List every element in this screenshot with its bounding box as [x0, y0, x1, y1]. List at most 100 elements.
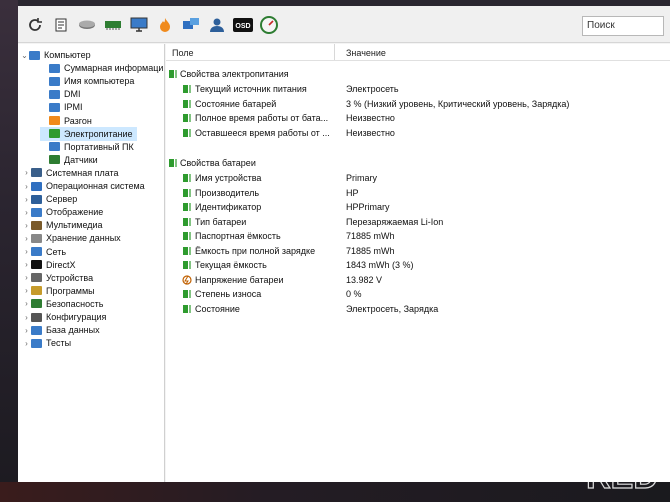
tree-item-label: База данных	[46, 325, 100, 336]
property-row[interactable]: Текущий источник питания Электросеть	[166, 82, 670, 96]
chevron-right-icon[interactable]: ›	[22, 286, 31, 295]
tree-item[interactable]: › Мультимедиа	[22, 218, 102, 232]
chevron-right-icon[interactable]: ›	[22, 247, 31, 256]
motherboard-icon	[31, 168, 42, 178]
display-icon	[31, 207, 42, 217]
tree-item-label: Имя компьютера	[64, 76, 135, 87]
chevron-right-icon[interactable]: ›	[22, 168, 31, 177]
property-row[interactable]: Ёмкость при полной зарядке 71885 mWh	[166, 244, 670, 258]
tree-item-label: Портативный ПК	[64, 141, 134, 152]
tree-item[interactable]: › Отображение	[22, 205, 103, 219]
property-field: Идентификатор	[195, 202, 262, 212]
section-title: Свойства электропитания	[180, 69, 289, 79]
disk-icon[interactable]	[76, 14, 98, 36]
section-header[interactable]: Свойства электропитания	[166, 67, 670, 81]
battery-icon	[182, 84, 192, 94]
photo-bezel-bottom	[0, 482, 670, 502]
computer-name-icon	[49, 76, 60, 86]
section-header[interactable]: Свойства батареи	[166, 156, 670, 170]
programs-icon	[31, 286, 42, 296]
property-row[interactable]: Имя устройства Primary	[166, 171, 670, 185]
tree-item-label: Компьютер	[44, 50, 91, 60]
tree-item-label: Сервер	[46, 194, 78, 205]
tree-item[interactable]: Портативный ПК	[40, 140, 134, 154]
property-field: Текущий источник питания	[195, 84, 307, 94]
chevron-right-icon[interactable]: ›	[22, 195, 31, 204]
battery-icon	[182, 113, 192, 123]
property-row[interactable]: Тип батареи Перезаряжаемая Li-Ion	[166, 215, 670, 229]
property-row[interactable]: Идентификатор HPPrimary	[166, 200, 670, 214]
gauge-icon[interactable]	[258, 14, 280, 36]
tree-item[interactable]: › Сервер	[22, 192, 77, 206]
monitor-icon[interactable]	[128, 14, 150, 36]
value-column-header[interactable]: Значение	[346, 48, 386, 58]
battery-icon	[168, 158, 178, 168]
network-icon[interactable]	[180, 14, 202, 36]
tree-item-label: Операционная система	[46, 181, 145, 191]
tree-item[interactable]: DMI	[40, 87, 81, 101]
property-field: Паспортная ёмкость	[195, 231, 281, 241]
property-row[interactable]: Паспортная ёмкость 71885 mWh	[166, 229, 670, 243]
property-row[interactable]: Полное время работы от бата... Неизвестно	[166, 111, 670, 125]
tree-item-label: Сеть	[46, 246, 67, 257]
tree-item[interactable]: › Программы	[22, 284, 94, 298]
tree-item-label: Безопасность	[46, 298, 104, 309]
property-row[interactable]: Степень износа 0 %	[166, 287, 670, 301]
refresh-icon[interactable]	[24, 14, 46, 36]
property-row[interactable]: Состояние Электросеть, Зарядка	[166, 302, 670, 316]
user-icon[interactable]	[206, 14, 228, 36]
tree-item[interactable]: Суммарная информаци	[40, 61, 163, 75]
chevron-right-icon[interactable]: ›	[22, 273, 31, 282]
tree-item[interactable]: ⌄ Компьютер	[20, 48, 91, 62]
chevron-down-icon[interactable]: ⌄	[20, 51, 29, 60]
battery-icon	[182, 202, 192, 212]
report-icon[interactable]	[50, 14, 72, 36]
tree-item[interactable]: › Безопасность	[22, 297, 103, 311]
chevron-right-icon[interactable]: ›	[22, 326, 31, 335]
chevron-right-icon[interactable]: ›	[22, 299, 31, 308]
tree-item[interactable]: Имя компьютера	[40, 74, 134, 88]
property-value: Электросеть	[346, 84, 399, 94]
chevron-right-icon[interactable]: ›	[22, 339, 31, 348]
navigation-tree: ⌄ Компьютер Суммарная информаци Имя компьют…	[18, 44, 165, 482]
tree-item[interactable]: › База данных	[22, 323, 100, 337]
field-column-header[interactable]: Поле	[172, 48, 194, 58]
tree-item[interactable]: › Операционная система	[22, 179, 145, 193]
tree-item[interactable]: Разгон	[40, 114, 92, 128]
chevron-right-icon[interactable]: ›	[22, 234, 31, 243]
tree-item[interactable]: › Хранение данных	[22, 231, 121, 245]
property-value: 1843 mWh (3 %)	[346, 260, 414, 270]
property-row[interactable]: Текущая ёмкость 1843 mWh (3 %)	[166, 258, 670, 272]
tree-item[interactable]: Электропитание	[40, 126, 137, 141]
chevron-right-icon[interactable]: ›	[22, 182, 31, 191]
osd-icon[interactable]: OSD	[232, 14, 254, 36]
tree-item-label: IPMI	[64, 102, 83, 113]
property-row[interactable]: Напряжение батареи 13.982 V	[166, 273, 670, 287]
ipmi-icon	[49, 102, 60, 112]
tree-item[interactable]: Датчики	[40, 153, 98, 167]
photo-bezel-left	[0, 0, 18, 502]
tests-icon	[31, 338, 42, 348]
tree-item[interactable]: › Системная плата	[22, 166, 118, 180]
chevron-right-icon[interactable]: ›	[22, 221, 31, 230]
property-row[interactable]: Состояние батарей 3 % (Низкий уровень, Кр…	[166, 97, 670, 111]
property-row[interactable]: Производитель HP	[166, 186, 670, 200]
property-value: HP	[346, 187, 359, 198]
tree-item[interactable]: › DirectX	[22, 258, 75, 272]
tree-item[interactable]: IPMI	[40, 100, 83, 114]
chevron-right-icon[interactable]: ›	[22, 313, 31, 322]
battery-icon	[182, 217, 192, 227]
column-header: Поле Значение	[166, 44, 670, 61]
chevron-right-icon[interactable]: ›	[22, 208, 31, 217]
power-icon	[49, 129, 60, 139]
tree-item[interactable]: › Конфигурация	[22, 310, 106, 324]
search-input[interactable]: Поиск	[582, 16, 664, 36]
tree-item[interactable]: › Тесты	[22, 336, 71, 350]
memory-icon[interactable]	[102, 14, 124, 36]
tree-item[interactable]: › Устройства	[22, 271, 93, 285]
property-row[interactable]: Оставшееся время работы от ... Неизвестно	[166, 126, 670, 140]
chevron-right-icon[interactable]: ›	[22, 260, 31, 269]
property-value: Перезаряжаемая Li-Ion	[346, 216, 444, 227]
tree-item[interactable]: › Сеть	[22, 245, 66, 259]
flame-icon[interactable]	[154, 14, 176, 36]
